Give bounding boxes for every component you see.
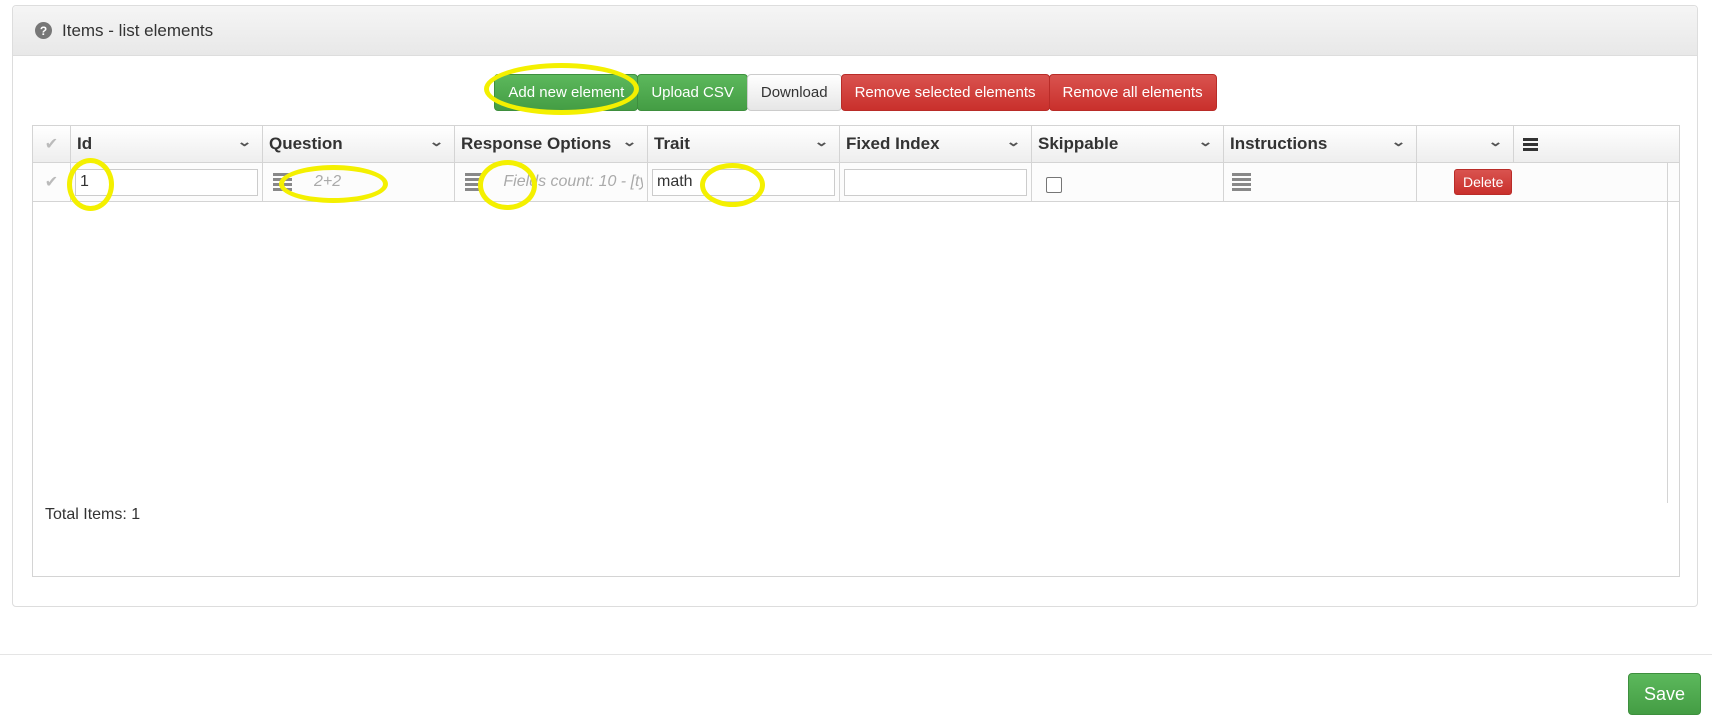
footer-divider: [0, 654, 1712, 655]
cell-question: 2+2: [263, 163, 455, 201]
chevron-down-icon[interactable]: ⌄: [237, 134, 252, 150]
remove-selected-button[interactable]: Remove selected elements: [840, 74, 1050, 111]
column-header-label: Skippable: [1038, 134, 1119, 153]
fixed-index-input[interactable]: [844, 168, 1027, 196]
help-icon[interactable]: ?: [35, 22, 52, 39]
column-header-label: Trait: [654, 134, 690, 153]
items-grid: ✔ Id ⌄ Question ⌄ Response Options ⌄ Tra…: [32, 125, 1680, 577]
table-row[interactable]: ✔ 2+2 Fields count: 10 - [ty: [33, 163, 1679, 202]
column-header-instructions[interactable]: Instructions ⌄: [1224, 126, 1417, 162]
chevron-down-icon[interactable]: ⌄: [814, 134, 829, 150]
id-input[interactable]: [75, 168, 258, 196]
chevron-down-icon[interactable]: ⌄: [1391, 134, 1406, 150]
cell-id: [71, 163, 263, 201]
skippable-checkbox[interactable]: [1046, 177, 1062, 193]
cell-fixed-index: [840, 163, 1032, 201]
column-header-label: Id: [77, 134, 93, 153]
items-panel: ? Items - list elements Add new element …: [12, 5, 1698, 607]
column-header-id[interactable]: Id ⌄: [71, 126, 263, 162]
row-select-checkmark-icon[interactable]: ✔: [33, 163, 71, 201]
chevron-down-icon[interactable]: ⌄: [1006, 134, 1021, 150]
cell-trait: [648, 163, 840, 201]
chevron-down-icon[interactable]: ⌄: [1488, 134, 1503, 150]
column-header-question[interactable]: Question ⌄: [263, 126, 455, 162]
column-header-skippable[interactable]: Skippable ⌄: [1032, 126, 1224, 162]
panel-title: Items - list elements: [62, 20, 214, 40]
column-header-actions[interactable]: ⌄: [1417, 126, 1514, 162]
column-header-label: Instructions: [1230, 134, 1328, 153]
cell-skippable: [1032, 163, 1224, 201]
column-header-fixed-index[interactable]: Fixed Index ⌄: [840, 126, 1032, 162]
question-preview: 2+2: [314, 173, 342, 190]
grid-menu-button[interactable]: [1514, 126, 1547, 162]
select-all-checkmark-icon[interactable]: ✔: [33, 126, 71, 162]
trait-input[interactable]: [652, 168, 835, 196]
total-items: Total Items: 1: [45, 506, 141, 523]
list-icon[interactable]: [1232, 171, 1251, 193]
column-header-label: Response Options: [461, 134, 612, 153]
chevron-down-icon[interactable]: ⌄: [429, 134, 444, 150]
column-header-label: Fixed Index: [846, 134, 940, 153]
save-button[interactable]: Save: [1627, 673, 1701, 715]
toolbar: Add new element Upload CSV Download Remo…: [13, 74, 1697, 111]
upload-csv-button[interactable]: Upload CSV: [637, 74, 748, 111]
cell-actions: Delete: [1417, 163, 1514, 201]
chevron-down-icon[interactable]: ⌄: [1198, 134, 1213, 150]
remove-all-button[interactable]: Remove all elements: [1048, 74, 1217, 111]
chevron-down-icon[interactable]: ⌄: [622, 134, 637, 150]
add-new-element-button[interactable]: Add new element: [494, 74, 639, 111]
panel-heading: ? Items - list elements: [13, 6, 1697, 56]
vertical-scrollbar[interactable]: [1667, 162, 1668, 503]
response-options-preview: Fields count: 10 - [ty: [503, 173, 643, 190]
delete-button[interactable]: Delete: [1454, 169, 1513, 195]
column-header-trait[interactable]: Trait ⌄: [648, 126, 840, 162]
cell-instructions: [1224, 163, 1417, 201]
list-icon[interactable]: [465, 171, 484, 193]
hamburger-menu-icon: [1523, 136, 1538, 153]
download-button[interactable]: Download: [746, 74, 842, 111]
cell-response-options: Fields count: 10 - [ty: [455, 163, 648, 201]
column-header-label: Question: [269, 134, 343, 153]
grid-header: ✔ Id ⌄ Question ⌄ Response Options ⌄ Tra…: [33, 126, 1679, 163]
column-header-response-options[interactable]: Response Options ⌄: [455, 126, 648, 162]
list-icon[interactable]: [273, 171, 292, 193]
